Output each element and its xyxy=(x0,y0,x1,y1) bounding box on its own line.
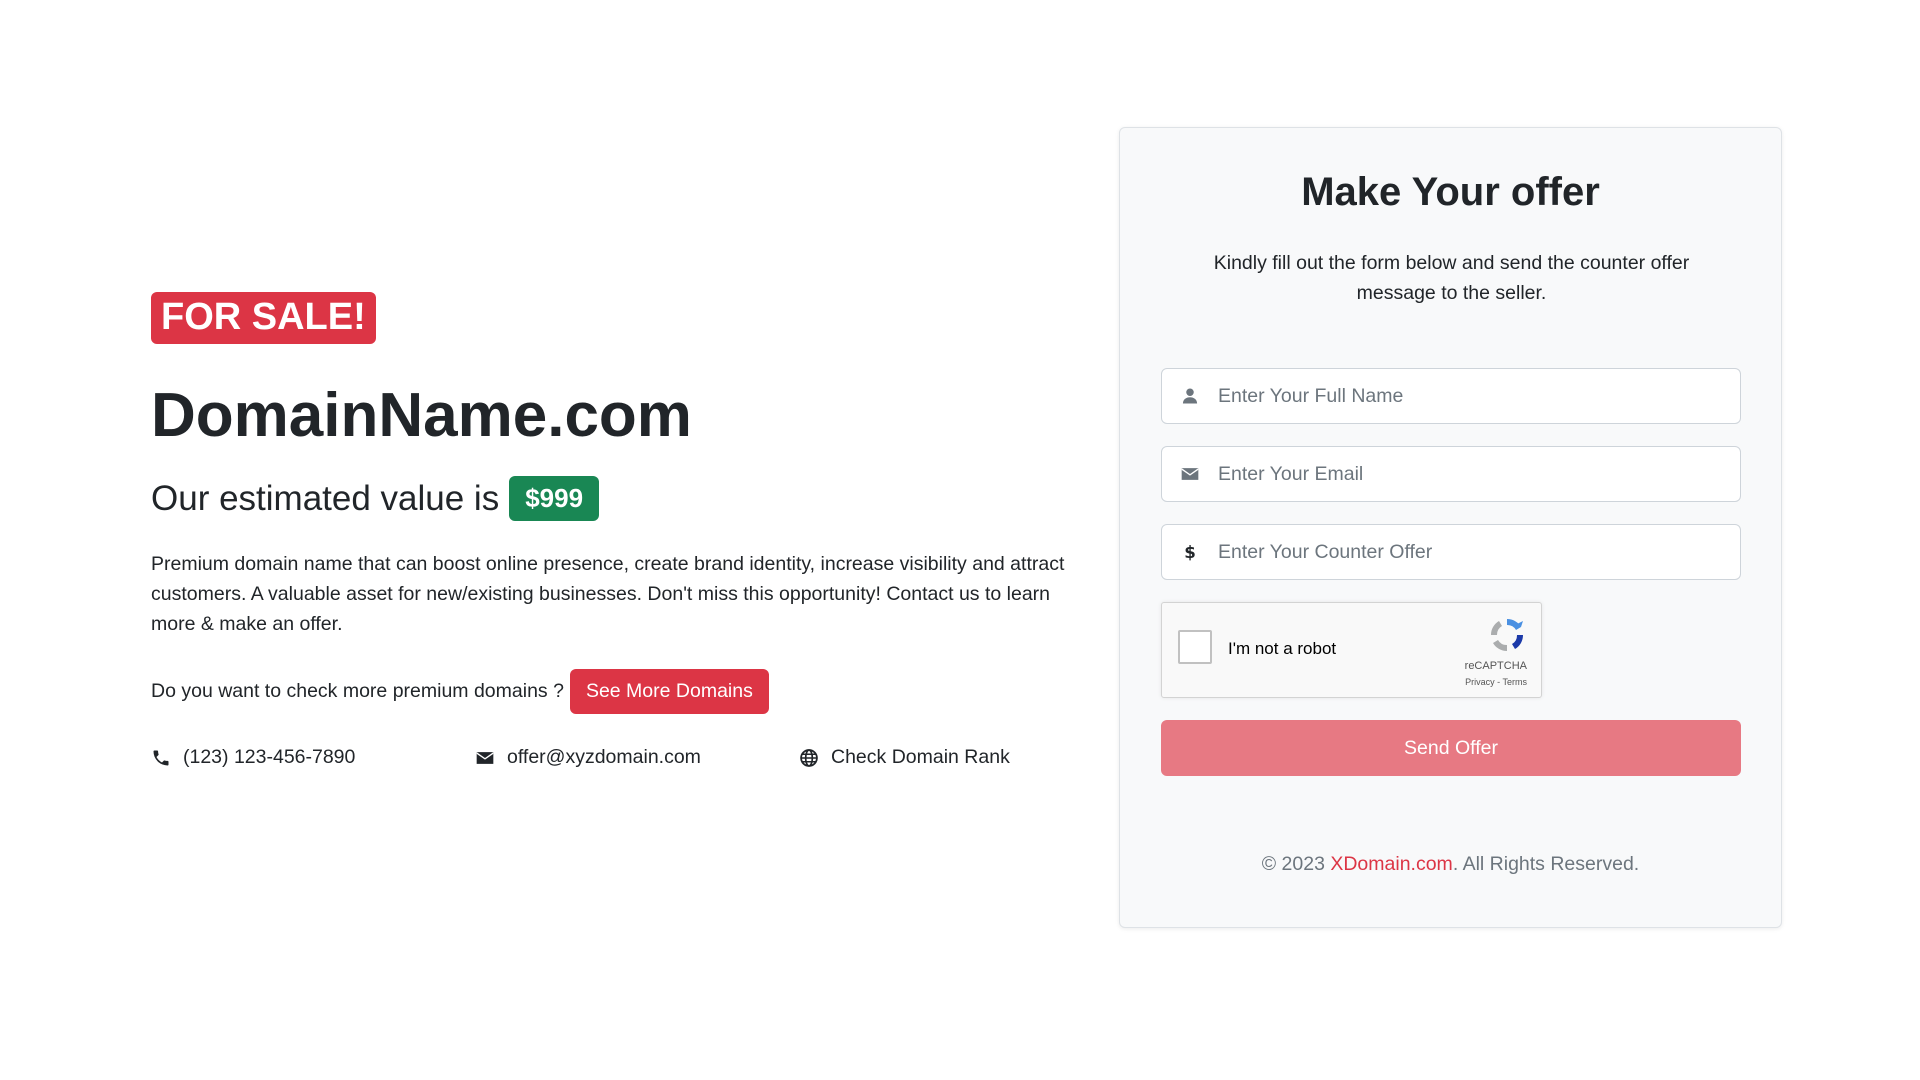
globe-icon xyxy=(800,749,818,767)
recaptcha-brand: reCAPTCHA xyxy=(1464,660,1527,672)
envelope-icon xyxy=(1162,464,1218,484)
email-contact[interactable]: offer@xyzdomain.com xyxy=(475,746,799,769)
xdomain-link[interactable]: XDomain.com xyxy=(1330,853,1452,875)
offer-title: Make Your offer xyxy=(1301,170,1600,214)
copyright-footer: © 2023 XDomain.com. All Rights Reserved. xyxy=(1120,853,1781,876)
contact-row: (123) 123-456-7890 offer@xyzdomain.com C… xyxy=(151,746,1091,769)
recaptcha-checkbox[interactable] xyxy=(1178,630,1212,664)
full-name-field[interactable] xyxy=(1161,368,1741,424)
estimated-value-label: Our estimated value is xyxy=(151,478,500,518)
estimated-value-line: Our estimated value is $999 xyxy=(151,476,1091,522)
more-domains-prompt: Do you want to check more premium domain… xyxy=(151,680,564,703)
dollar-icon: $ xyxy=(1162,542,1218,562)
svg-text:$: $ xyxy=(1184,543,1196,562)
email-address: offer@xyzdomain.com xyxy=(507,746,701,769)
recaptcha-logo xyxy=(1490,618,1524,652)
phone-contact[interactable]: (123) 123-456-7890 xyxy=(151,746,475,769)
counter-offer-field[interactable]: $ xyxy=(1161,524,1741,580)
envelope-icon xyxy=(476,752,494,764)
recaptcha-widget: I'm not a robot reCAPTCHA Privacy - Term… xyxy=(1161,602,1542,698)
counter-offer-input[interactable] xyxy=(1218,540,1718,564)
domain-rank-link[interactable]: Check Domain Rank xyxy=(799,746,1010,769)
full-name-input[interactable] xyxy=(1218,384,1718,408)
domain-rank-label: Check Domain Rank xyxy=(831,746,1010,769)
copyright-prefix: © 2023 xyxy=(1261,853,1325,875)
domain-info-section: FOR SALE! DomainName.com Our estimated v… xyxy=(151,292,1091,769)
offer-subtitle: Kindly fill out the form below and send … xyxy=(1213,252,1690,304)
see-more-domains-button[interactable]: See More Domains xyxy=(569,669,769,715)
send-offer-button[interactable]: Send Offer xyxy=(1161,720,1741,776)
user-icon xyxy=(1162,386,1218,406)
more-domains-line: Do you want to check more premium domain… xyxy=(151,669,1091,715)
phone-number: (123) 123-456-7890 xyxy=(183,746,356,769)
domain-name-title: DomainName.com xyxy=(151,381,692,450)
price-badge: $999 xyxy=(509,476,600,522)
recaptcha-terms[interactable]: Privacy - Terms xyxy=(1465,677,1527,687)
for-sale-badge: FOR SALE! xyxy=(151,292,376,344)
offer-card: Make Your offer Kindly fill out the form… xyxy=(1119,127,1782,928)
domain-description: Premium domain name that can boost onlin… xyxy=(151,553,1065,636)
recaptcha-label: I'm not a robot xyxy=(1228,639,1337,658)
email-input[interactable] xyxy=(1218,462,1718,486)
email-field[interactable] xyxy=(1161,446,1741,502)
phone-icon xyxy=(153,750,169,766)
copyright-suffix: . All Rights Reserved. xyxy=(1452,853,1640,875)
